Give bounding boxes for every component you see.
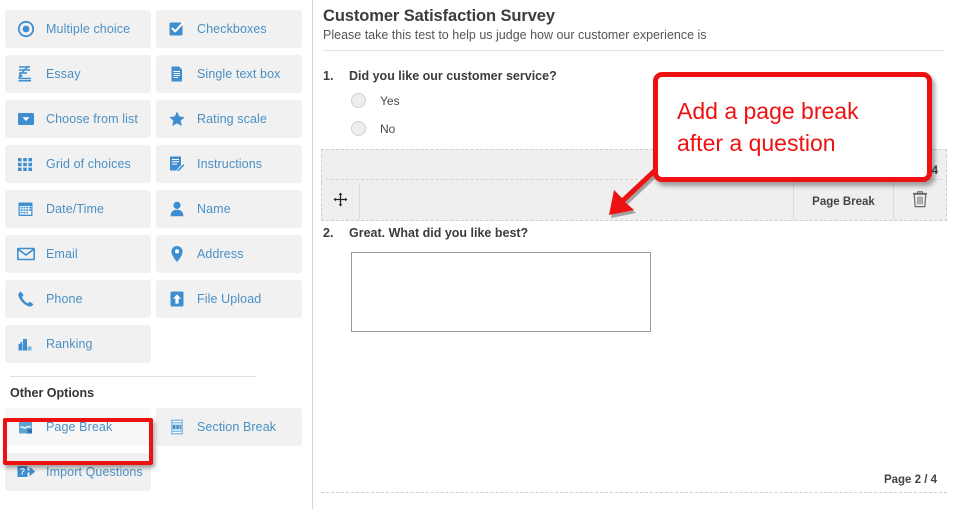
question-text: Did you like our customer service? <box>349 69 557 83</box>
page-title: Customer Satisfaction Survey <box>323 7 943 26</box>
delete-page-break-button[interactable] <box>894 183 946 220</box>
sidebar-tile-label: Instructions <box>197 157 262 171</box>
sidebar-tile-section-break[interactable]: Section Break <box>156 408 302 446</box>
sidebar-tile-label: Essay <box>46 67 81 81</box>
map-pin-icon <box>168 245 186 263</box>
option-label: Yes <box>380 94 400 108</box>
sidebar-tile-rating-scale[interactable]: Rating scale <box>156 100 302 138</box>
sidebar-tile-label: Name <box>197 202 231 216</box>
page-break-spacer-cell <box>360 183 794 220</box>
other-options-title: Other Options <box>10 386 307 400</box>
sidebar-tile-instructions[interactable]: Instructions <box>156 145 302 183</box>
question-text: Great. What did you like best? <box>349 226 528 240</box>
sidebar-tile-multiple-choice[interactable]: Multiple choice <box>5 10 151 48</box>
survey-description: Please take this test to help us judge h… <box>323 28 943 42</box>
dropdown-icon <box>17 110 35 128</box>
envelope-icon <box>17 245 35 263</box>
sidebar-tile-import-questions[interactable]: ? Import Questions <box>5 453 151 491</box>
sidebar-tile-single-text-box[interactable]: Single text box <box>156 55 302 93</box>
other-options-grid: Page Break Section Break ? Import Questi… <box>5 408 307 498</box>
upload-icon <box>168 290 186 308</box>
page-break-toolbar: Page Break <box>321 183 947 221</box>
sidebar-tile-label: Page Break <box>46 420 112 434</box>
instructions-icon <box>168 155 186 173</box>
section-break-icon <box>168 418 186 436</box>
question-number: 1. <box>323 69 349 83</box>
sidebar-tile-label: Address <box>197 247 244 261</box>
sidebar-tile-email[interactable]: Email <box>5 235 151 273</box>
page-break-type-label: Page Break <box>794 183 894 220</box>
sidebar-tile-essay[interactable]: Essay <box>5 55 151 93</box>
annotation-line-1: Add a page break <box>677 95 927 127</box>
question-2: 2. Great. What did you like best? <box>313 221 955 332</box>
ranking-icon <box>17 335 35 353</box>
sidebar-tile-grid-of-choices[interactable]: Grid of choices <box>5 145 151 183</box>
bottom-page-divider <box>321 492 947 493</box>
page-break-icon <box>17 418 35 436</box>
person-icon <box>168 200 186 218</box>
survey-header: Customer Satisfaction Survey Please take… <box>313 0 955 42</box>
svg-text:?: ? <box>20 467 26 477</box>
sidebar-tile-page-break[interactable]: Page Break <box>5 408 151 446</box>
sidebar-tile-file-upload[interactable]: File Upload <box>156 280 302 318</box>
sidebar-tile-ranking[interactable]: Ranking <box>5 325 151 363</box>
phone-icon <box>17 290 35 308</box>
question-type-sidebar: Multiple choice Checkboxes Essay <box>0 0 313 509</box>
sidebar-tile-label: Import Questions <box>46 465 143 479</box>
sidebar-tile-label: Single text box <box>197 67 281 81</box>
sidebar-tile-label: Date/Time <box>46 202 104 216</box>
trash-icon[interactable] <box>912 190 928 213</box>
sidebar-tile-label: Email <box>46 247 78 261</box>
page-2-indicator: Page 2 / 4 <box>884 474 937 486</box>
sidebar-tile-label: Checkboxes <box>197 22 267 36</box>
calendar-icon <box>17 200 35 218</box>
sidebar-tile-name[interactable]: Name <box>156 190 302 228</box>
sidebar-tile-checkboxes[interactable]: Checkboxes <box>156 10 302 48</box>
radio-no[interactable] <box>351 121 366 136</box>
essay-icon <box>17 65 35 83</box>
sidebar-tile-label: Section Break <box>197 420 276 434</box>
star-icon <box>168 110 186 128</box>
sidebar-tile-label: File Upload <box>197 292 261 306</box>
drag-handle-cell[interactable] <box>322 183 360 220</box>
sidebar-tile-label: Grid of choices <box>46 157 131 171</box>
annotation-callout: Add a page break after a question <box>653 72 932 182</box>
sidebar-tile-choose-from-list[interactable]: Choose from list <box>5 100 151 138</box>
sidebar-tile-address[interactable]: Address <box>156 235 302 273</box>
annotation-line-2: after a question <box>677 127 927 159</box>
radio-button-icon <box>17 20 35 38</box>
option-label: No <box>380 122 395 136</box>
question-2-row: 2. Great. What did you like best? <box>323 226 945 240</box>
import-questions-icon: ? <box>17 463 35 481</box>
sidebar-divider <box>10 376 256 377</box>
essay-answer-textarea[interactable] <box>351 252 651 332</box>
document-icon <box>168 65 186 83</box>
checkbox-icon <box>168 20 186 38</box>
sidebar-tile-label: Multiple choice <box>46 22 130 36</box>
question-number: 2. <box>323 226 349 240</box>
question-type-grid: Multiple choice Checkboxes Essay <box>5 10 307 370</box>
radio-yes[interactable] <box>351 93 366 108</box>
survey-builder-app: Multiple choice Checkboxes Essay <box>0 0 955 509</box>
sidebar-tile-label: Ranking <box>46 337 93 351</box>
move-icon[interactable] <box>333 192 348 212</box>
sidebar-tile-phone[interactable]: Phone <box>5 280 151 318</box>
grid-icon <box>17 155 35 173</box>
sidebar-tile-label: Choose from list <box>46 112 138 126</box>
sidebar-tile-date-time[interactable]: Date/Time <box>5 190 151 228</box>
sidebar-tile-label: Phone <box>46 292 83 306</box>
sidebar-tile-label: Rating scale <box>197 112 267 126</box>
